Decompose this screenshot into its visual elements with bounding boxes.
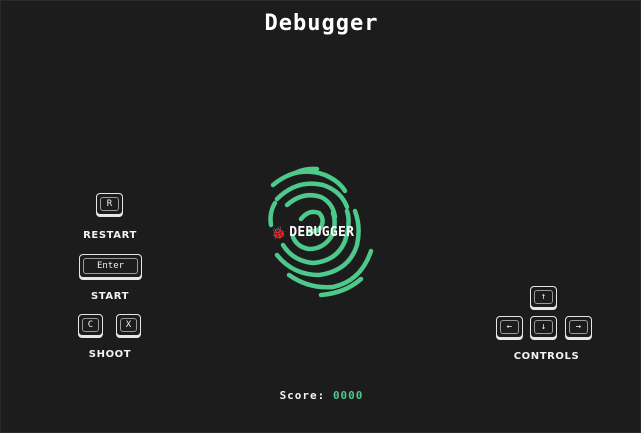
score-label: Score: [279,389,326,402]
down-arrow-key[interactable]: ↓ [530,316,557,338]
enter-key[interactable]: Enter [79,254,142,278]
bug-icon: 🐞 [271,225,287,240]
restart-key-label: R [100,197,119,211]
restart-label: RESTART [83,230,137,241]
logo-text: DEBUGGER [289,225,355,240]
right-arrow-key[interactable]: → [565,316,592,338]
restart-key[interactable]: R [96,193,123,215]
left-arrow-icon: ← [500,320,519,334]
up-arrow-key[interactable]: ↑ [530,286,557,308]
score-display: Score: 0000 [1,389,641,402]
x-key[interactable]: X [116,314,141,336]
c-key-label: C [82,318,99,332]
x-key-label: X [120,318,137,332]
logo-wordmark: 🐞 DEBUGGER [271,225,354,240]
left-arrow-key[interactable]: ← [496,316,523,338]
down-arrow-icon: ↓ [534,320,553,334]
game-title: Debugger [264,11,379,36]
enter-key-label: Enter [83,258,138,274]
right-arrow-icon: → [569,320,588,334]
c-key[interactable]: C [78,314,103,336]
start-label: START [90,291,130,302]
up-arrow-icon: ↑ [534,290,553,304]
shoot-label: SHOOT [88,349,132,360]
game-screen[interactable]: Debugger R RESTART Enter START C X SHOOT [0,0,641,433]
controls-label: CONTROLS [513,351,580,362]
score-value: 0000 [332,389,364,402]
